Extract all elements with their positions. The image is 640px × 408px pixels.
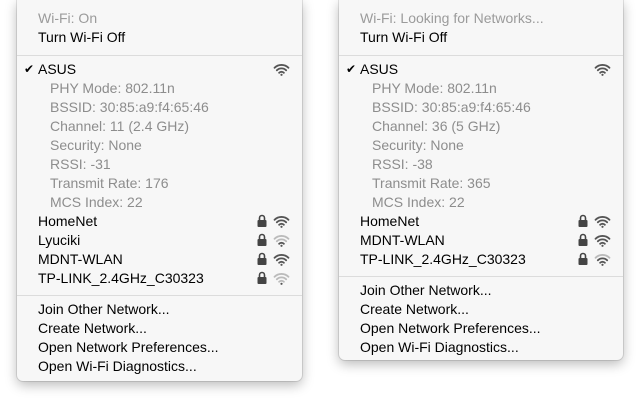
wifi-status: Wi-Fi: Looking for Networks... [339, 9, 623, 28]
wifi-signal-weak-icon [273, 273, 290, 285]
open-network-preferences-item[interactable]: Open Network Preferences... [339, 319, 623, 338]
network-name: HomeNet [38, 213, 98, 229]
turn-wifi-off-label: Turn Wi-Fi Off [38, 29, 126, 45]
network-detail: Security: None [339, 136, 623, 155]
network-detail: RSSI: -38 [339, 155, 623, 174]
action-label: Open Wi-Fi Diagnostics... [38, 358, 197, 374]
lock-icon [257, 214, 267, 227]
network-detail: Channel: 36 (5 GHz) [339, 117, 623, 136]
network-name: MDNT-WLAN [360, 232, 445, 248]
wifi-signal-icon [594, 235, 611, 247]
detail-channel: Channel: 11 (2.4 GHz) [50, 118, 190, 134]
lock-icon [257, 271, 267, 284]
wifi-signal-weak-icon [273, 235, 290, 247]
create-network-item[interactable]: Create Network... [17, 319, 302, 338]
network-item[interactable]: TP-LINK_2.4GHz_C30323 [339, 250, 623, 269]
detail-phy-mode: PHY Mode: 802.11n [50, 80, 175, 96]
wifi-signal-icon [273, 254, 290, 266]
menu-separator [339, 55, 623, 56]
current-network-name: ASUS [360, 61, 399, 77]
wifi-signal-icon [273, 216, 290, 228]
wifi-signal-weak-icon [594, 254, 611, 266]
network-detail: MCS Index: 22 [339, 193, 623, 212]
network-detail: Transmit Rate: 176 [17, 174, 302, 193]
network-detail: PHY Mode: 802.11n [17, 79, 302, 98]
checkmark-icon: ✔ [346, 62, 357, 76]
create-network-item[interactable]: Create Network... [339, 300, 623, 319]
menu-separator [17, 55, 302, 56]
network-name: MDNT-WLAN [38, 251, 123, 267]
detail-mcs-index: MCS Index: 22 [372, 194, 465, 210]
network-detail: Transmit Rate: 365 [339, 174, 623, 193]
network-item[interactable]: TP-LINK_2.4GHz_C30323 [17, 269, 302, 288]
action-label: Open Network Preferences... [38, 339, 219, 355]
network-item[interactable]: HomeNet [17, 212, 302, 231]
network-name: Lyuciki [38, 232, 81, 248]
detail-transmit-rate: Transmit Rate: 176 [50, 175, 169, 191]
lock-icon [578, 233, 588, 246]
lock-icon [257, 233, 267, 246]
network-name: TP-LINK_2.4GHz_C30323 [38, 270, 204, 286]
network-detail: RSSI: -31 [17, 155, 302, 174]
network-item[interactable]: HomeNet [339, 212, 623, 231]
network-item[interactable]: Lyuciki [17, 231, 302, 250]
turn-wifi-off-item[interactable]: Turn Wi-Fi Off [339, 28, 623, 47]
action-label: Join Other Network... [38, 301, 170, 317]
detail-rssi: RSSI: -38 [372, 156, 433, 172]
turn-wifi-off-item[interactable]: Turn Wi-Fi Off [17, 28, 302, 47]
network-item[interactable]: MDNT-WLAN [339, 231, 623, 250]
detail-bssid: BSSID: 30:85:a9:f4:65:46 [50, 99, 209, 115]
lock-icon [257, 252, 267, 265]
network-detail: MCS Index: 22 [17, 193, 302, 212]
detail-rssi: RSSI: -31 [50, 156, 111, 172]
detail-bssid: BSSID: 30:85:a9:f4:65:46 [372, 99, 531, 115]
detail-mcs-index: MCS Index: 22 [50, 194, 143, 210]
detail-channel: Channel: 36 (5 GHz) [372, 118, 501, 134]
menu-separator [17, 295, 302, 296]
wifi-signal-icon [273, 64, 290, 76]
join-other-network-item[interactable]: Join Other Network... [17, 300, 302, 319]
wifi-status-label: Wi-Fi: Looking for Networks... [360, 10, 544, 26]
lock-icon [578, 214, 588, 227]
wifi-menu-right: Wi-Fi: Looking for Networks... Turn Wi-F… [339, 0, 623, 360]
lock-icon [578, 252, 588, 265]
network-detail: BSSID: 30:85:a9:f4:65:46 [17, 98, 302, 117]
network-item[interactable]: MDNT-WLAN [17, 250, 302, 269]
network-name: HomeNet [360, 213, 420, 229]
current-network-item[interactable]: ✔ ASUS [17, 60, 302, 79]
detail-security: Security: None [372, 137, 464, 153]
menu-separator [339, 276, 623, 277]
checkmark-icon: ✔ [24, 62, 35, 76]
detail-security: Security: None [50, 137, 142, 153]
action-label: Create Network... [38, 320, 147, 336]
network-name: TP-LINK_2.4GHz_C30323 [360, 251, 526, 267]
wifi-status: Wi-Fi: On [17, 9, 302, 28]
current-network-name: ASUS [38, 61, 77, 77]
current-network-item[interactable]: ✔ ASUS [339, 60, 623, 79]
wifi-menu-left: Wi-Fi: On Turn Wi-Fi Off ✔ ASUS PHY Mode… [17, 0, 302, 381]
wifi-status-label: Wi-Fi: On [38, 10, 98, 26]
detail-transmit-rate: Transmit Rate: 365 [372, 175, 491, 191]
detail-phy-mode: PHY Mode: 802.11n [372, 80, 497, 96]
open-wifi-diagnostics-item[interactable]: Open Wi-Fi Diagnostics... [339, 338, 623, 357]
network-detail: PHY Mode: 802.11n [339, 79, 623, 98]
network-detail: BSSID: 30:85:a9:f4:65:46 [339, 98, 623, 117]
wifi-signal-icon [594, 64, 611, 76]
turn-wifi-off-label: Turn Wi-Fi Off [360, 29, 448, 45]
open-network-preferences-item[interactable]: Open Network Preferences... [17, 338, 302, 357]
action-label: Open Wi-Fi Diagnostics... [360, 339, 519, 355]
action-label: Create Network... [360, 301, 469, 317]
wifi-signal-icon [594, 216, 611, 228]
network-detail: Channel: 11 (2.4 GHz) [17, 117, 302, 136]
join-other-network-item[interactable]: Join Other Network... [339, 281, 623, 300]
network-detail: Security: None [17, 136, 302, 155]
action-label: Join Other Network... [360, 282, 492, 298]
action-label: Open Network Preferences... [360, 320, 541, 336]
open-wifi-diagnostics-item[interactable]: Open Wi-Fi Diagnostics... [17, 357, 302, 376]
